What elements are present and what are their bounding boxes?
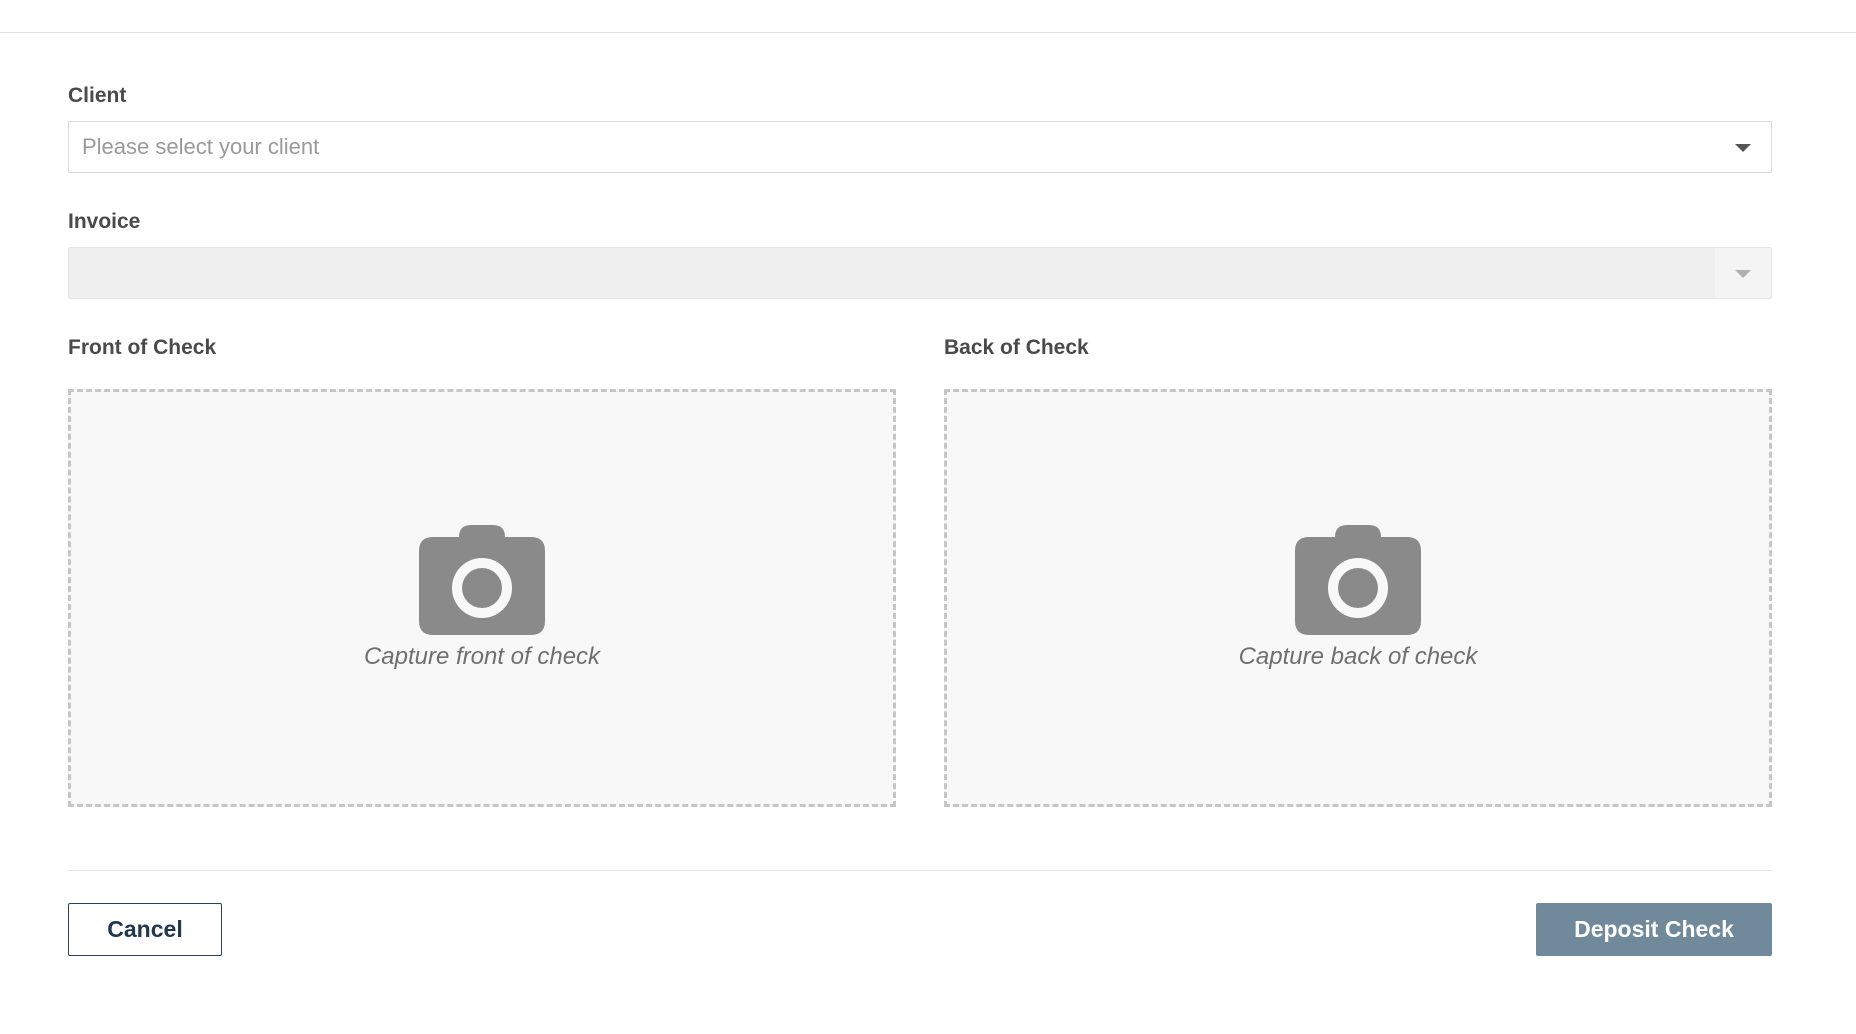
front-capture-caption: Capture front of check: [363, 643, 601, 670]
back-of-check-label: Back of Check: [944, 336, 1089, 359]
chevron-down-icon: [1735, 270, 1751, 278]
front-of-check-label: Front of Check: [68, 336, 217, 359]
invoice-select[interactable]: [68, 247, 1772, 299]
client-dropdown-toggle[interactable]: [1715, 122, 1771, 172]
client-label: Client: [68, 84, 127, 107]
footer-divider: [68, 870, 1772, 871]
back-of-check-dropzone[interactable]: Capture back of check: [944, 389, 1772, 807]
camera-icon: [1295, 525, 1421, 635]
chevron-down-icon: [1735, 144, 1751, 152]
back-capture-caption: Capture back of check: [1238, 643, 1478, 670]
camera-icon: [419, 525, 545, 635]
client-select-placeholder: Please select your client: [82, 134, 320, 159]
deposit-check-button[interactable]: Deposit Check: [1536, 903, 1772, 956]
front-of-check-dropzone[interactable]: Capture front of check: [68, 389, 896, 807]
client-select[interactable]: Please select your client: [68, 121, 1772, 173]
header-divider: [0, 32, 1856, 33]
cancel-button[interactable]: Cancel: [68, 903, 222, 956]
invoice-dropdown-toggle[interactable]: [1715, 248, 1771, 298]
invoice-label: Invoice: [68, 210, 141, 233]
